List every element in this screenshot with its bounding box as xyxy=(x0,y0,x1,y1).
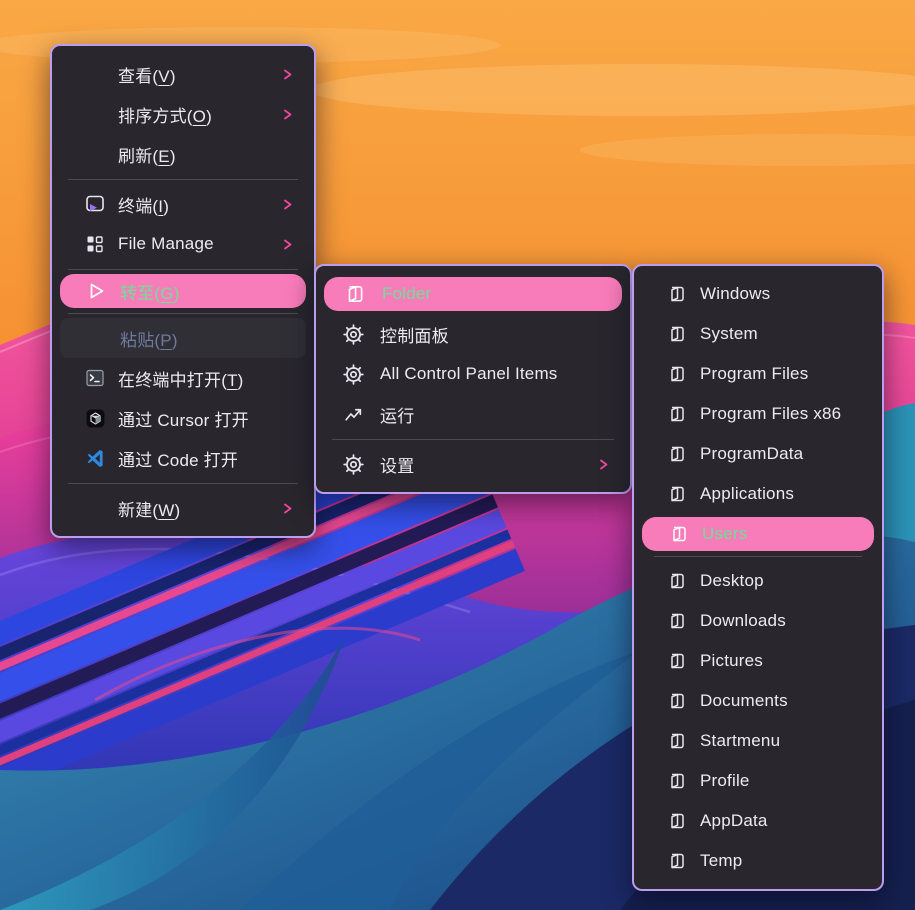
folder-open-icon xyxy=(666,323,688,345)
menu-item-program-files-x86[interactable]: Program Files x86 xyxy=(640,394,876,434)
menu-separator xyxy=(654,556,862,557)
menu-item-goto[interactable]: 转至(G) xyxy=(60,274,306,308)
folder-submenu: Windows System Program Files Program Fil… xyxy=(632,264,884,891)
menu-item-all-control-panel-items[interactable]: All Control Panel Items xyxy=(322,354,624,394)
vscode-icon xyxy=(84,447,106,469)
menu-separator xyxy=(68,269,298,270)
menu-item-open-in-terminal[interactable]: 在终端中打开(T) xyxy=(58,358,308,398)
menu-item-users[interactable]: Users xyxy=(642,517,874,551)
folder-open-icon xyxy=(666,483,688,505)
menu-item-pictures[interactable]: Pictures xyxy=(640,641,876,681)
chevron-right-icon xyxy=(281,108,294,121)
menu-item-system[interactable]: System xyxy=(640,314,876,354)
trending-up-icon xyxy=(342,403,364,425)
menu-item-sort-by[interactable]: 排序方式(O) xyxy=(58,94,308,134)
chevron-right-icon xyxy=(281,198,294,211)
menu-item-paste: 粘贴(P) xyxy=(60,318,306,358)
terminal-window-icon xyxy=(84,193,106,215)
folder-open-icon xyxy=(668,523,690,545)
menu-item-programdata[interactable]: ProgramData xyxy=(640,434,876,474)
menu-item-startmenu[interactable]: Startmenu xyxy=(640,721,876,761)
menu-item-open-with-cursor[interactable]: 通过 Cursor 打开 xyxy=(58,398,308,438)
folder-open-icon xyxy=(666,610,688,632)
menu-item-profile[interactable]: Profile xyxy=(640,761,876,801)
folder-open-icon xyxy=(666,650,688,672)
menu-item-downloads[interactable]: Downloads xyxy=(640,601,876,641)
context-menu: 查看(V) 排序方式(O) 刷新(E) 终端(I) File Manage 转至… xyxy=(50,44,316,538)
menu-item-folder[interactable]: Folder xyxy=(324,277,622,311)
menu-item-desktop[interactable]: Desktop xyxy=(640,561,876,601)
folder-open-icon xyxy=(666,403,688,425)
menu-separator xyxy=(68,313,298,314)
folder-open-icon xyxy=(666,770,688,792)
gear-icon xyxy=(342,323,364,345)
chevron-right-icon xyxy=(281,502,294,515)
goto-submenu: Folder 控制面板 All Control Panel Items 运行 设… xyxy=(314,264,632,494)
folder-open-icon xyxy=(666,443,688,465)
menu-item-documents[interactable]: Documents xyxy=(640,681,876,721)
menu-item-run[interactable]: 运行 xyxy=(322,394,624,434)
menu-item-applications[interactable]: Applications xyxy=(640,474,876,514)
icon-spacer xyxy=(84,497,106,519)
menu-item-open-with-code[interactable]: 通过 Code 打开 xyxy=(58,438,308,478)
menu-item-windows[interactable]: Windows xyxy=(640,274,876,314)
cursor-arrow-icon xyxy=(86,280,108,302)
gear-icon xyxy=(342,363,364,385)
folder-open-icon xyxy=(666,570,688,592)
menu-separator xyxy=(332,439,614,440)
folder-open-icon xyxy=(666,283,688,305)
command-prompt-icon xyxy=(84,367,106,389)
folder-open-icon xyxy=(666,690,688,712)
folder-open-icon xyxy=(666,850,688,872)
chevron-right-icon xyxy=(281,238,294,251)
icon-spacer xyxy=(86,327,108,349)
menu-item-control-panel[interactable]: 控制面板 xyxy=(322,314,624,354)
menu-item-refresh[interactable]: 刷新(E) xyxy=(58,134,308,174)
menu-item-new[interactable]: 新建(W) xyxy=(58,488,308,528)
menu-separator xyxy=(68,483,298,484)
folder-open-icon xyxy=(666,810,688,832)
menu-item-terminal[interactable]: 终端(I) xyxy=(58,184,308,224)
gear-icon xyxy=(342,453,364,475)
menu-separator xyxy=(68,179,298,180)
menu-item-appdata[interactable]: AppData xyxy=(640,801,876,841)
grid-squares-icon xyxy=(84,233,106,255)
menu-item-settings[interactable]: 设置 xyxy=(322,444,624,484)
icon-spacer xyxy=(84,143,106,165)
icon-spacer xyxy=(84,103,106,125)
chevron-right-icon xyxy=(597,458,610,471)
menu-item-temp[interactable]: Temp xyxy=(640,841,876,881)
menu-item-view[interactable]: 查看(V) xyxy=(58,54,308,94)
chevron-right-icon xyxy=(281,68,294,81)
menu-item-file-manage[interactable]: File Manage xyxy=(58,224,308,264)
folder-open-icon xyxy=(344,283,366,305)
folder-open-icon xyxy=(666,363,688,385)
icon-spacer xyxy=(84,63,106,85)
menu-item-program-files[interactable]: Program Files xyxy=(640,354,876,394)
folder-open-icon xyxy=(666,730,688,752)
cursor-app-icon xyxy=(84,407,106,429)
